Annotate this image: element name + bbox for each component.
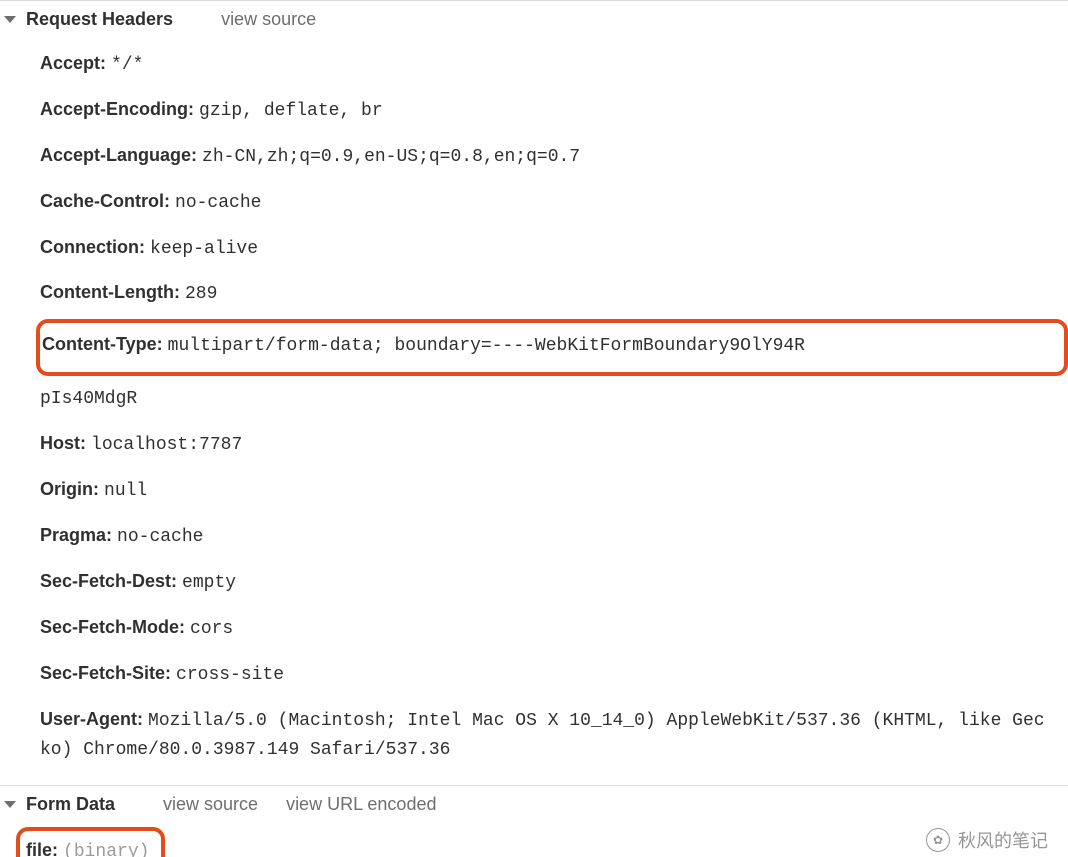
header-row-cache-control: Cache-Control: no-cache xyxy=(40,180,1068,226)
watermark-text: 秋风的笔记 xyxy=(958,827,1048,853)
header-row-sec-fetch-dest: Sec-Fetch-Dest: empty xyxy=(40,560,1068,606)
header-name: Accept-Encoding: xyxy=(40,99,194,119)
request-headers-list: Accept: */* Accept-Encoding: gzip, defla… xyxy=(0,38,1068,785)
header-row-content-length: Content-Length: 289 xyxy=(40,271,1068,317)
header-value: cors xyxy=(190,619,233,639)
header-row-connection: Connection: keep-alive xyxy=(40,226,1068,272)
header-value: */* xyxy=(111,55,143,75)
collapse-triangle-icon[interactable] xyxy=(4,801,16,808)
header-value-continuation: pIs40MdgR xyxy=(40,389,137,409)
header-name: Sec-Fetch-Dest: xyxy=(40,571,177,591)
header-name: Accept-Language: xyxy=(40,145,197,165)
form-data-list: file: (binary) xyxy=(0,823,1068,857)
header-value: gzip, deflate, br xyxy=(199,101,383,121)
form-data-row-file: file: (binary) xyxy=(22,831,149,857)
header-value: 289 xyxy=(185,284,217,304)
header-value: null xyxy=(104,481,147,501)
header-value: Mozilla/5.0 (Macintosh; Intel Mac OS X 1… xyxy=(40,711,1045,761)
form-data-value: (binary) xyxy=(63,842,149,857)
header-name: Connection: xyxy=(40,237,145,257)
header-name: Content-Type: xyxy=(42,334,163,354)
header-value: localhost:7787 xyxy=(91,435,242,455)
header-name: Host: xyxy=(40,433,86,453)
header-row-host: Host: localhost:7787 xyxy=(40,422,1068,468)
header-row-accept-encoding: Accept-Encoding: gzip, deflate, br xyxy=(40,88,1068,134)
header-name: Origin: xyxy=(40,479,99,499)
view-source-link[interactable]: view source xyxy=(163,794,258,815)
header-value: no-cache xyxy=(117,527,203,547)
wechat-icon: ✿ xyxy=(926,828,950,852)
header-row-user-agent: User-Agent: Mozilla/5.0 (Macintosh; Inte… xyxy=(40,698,1068,774)
header-row-sec-fetch-site: Sec-Fetch-Site: cross-site xyxy=(40,652,1068,698)
form-data-title: Form Data xyxy=(26,794,115,815)
form-data-file-highlight: file: (binary) xyxy=(16,827,165,857)
header-name: Content-Length: xyxy=(40,282,180,302)
form-data-section-header: Form Data view source view URL encoded xyxy=(0,785,1068,823)
header-name: Sec-Fetch-Mode: xyxy=(40,617,185,637)
header-row-content-type: Content-Type: multipart/form-data; bound… xyxy=(42,327,1058,368)
header-row-pragma: Pragma: no-cache xyxy=(40,514,1068,560)
view-url-encoded-link[interactable]: view URL encoded xyxy=(286,794,436,815)
header-row-accept: Accept: */* xyxy=(40,42,1068,88)
header-value: no-cache xyxy=(175,193,261,213)
request-headers-title: Request Headers xyxy=(26,9,173,30)
header-value: cross-site xyxy=(176,665,284,685)
header-value: keep-alive xyxy=(150,239,258,259)
form-data-name: file: xyxy=(26,840,58,857)
request-headers-section-header: Request Headers view source xyxy=(0,0,1068,38)
header-name: User-Agent: xyxy=(40,709,143,729)
header-row-accept-language: Accept-Language: zh-CN,zh;q=0.9,en-US;q=… xyxy=(40,134,1068,180)
header-row-origin: Origin: null xyxy=(40,468,1068,514)
header-value: zh-CN,zh;q=0.9,en-US;q=0.8,en;q=0.7 xyxy=(202,147,580,167)
header-name: Pragma: xyxy=(40,525,112,545)
view-source-link[interactable]: view source xyxy=(221,9,316,30)
header-name: Sec-Fetch-Site: xyxy=(40,663,171,683)
collapse-triangle-icon[interactable] xyxy=(4,16,16,23)
header-name: Cache-Control: xyxy=(40,191,170,211)
header-name: Accept: xyxy=(40,53,106,73)
header-row-content-type-continuation: pIs40MdgR xyxy=(40,378,1068,422)
watermark: ✿ 秋风的笔记 xyxy=(926,827,1048,853)
header-value: empty xyxy=(182,573,236,593)
header-row-sec-fetch-mode: Sec-Fetch-Mode: cors xyxy=(40,606,1068,652)
content-type-highlight: Content-Type: multipart/form-data; bound… xyxy=(36,319,1068,376)
header-value: multipart/form-data; boundary=----WebKit… xyxy=(168,336,805,356)
